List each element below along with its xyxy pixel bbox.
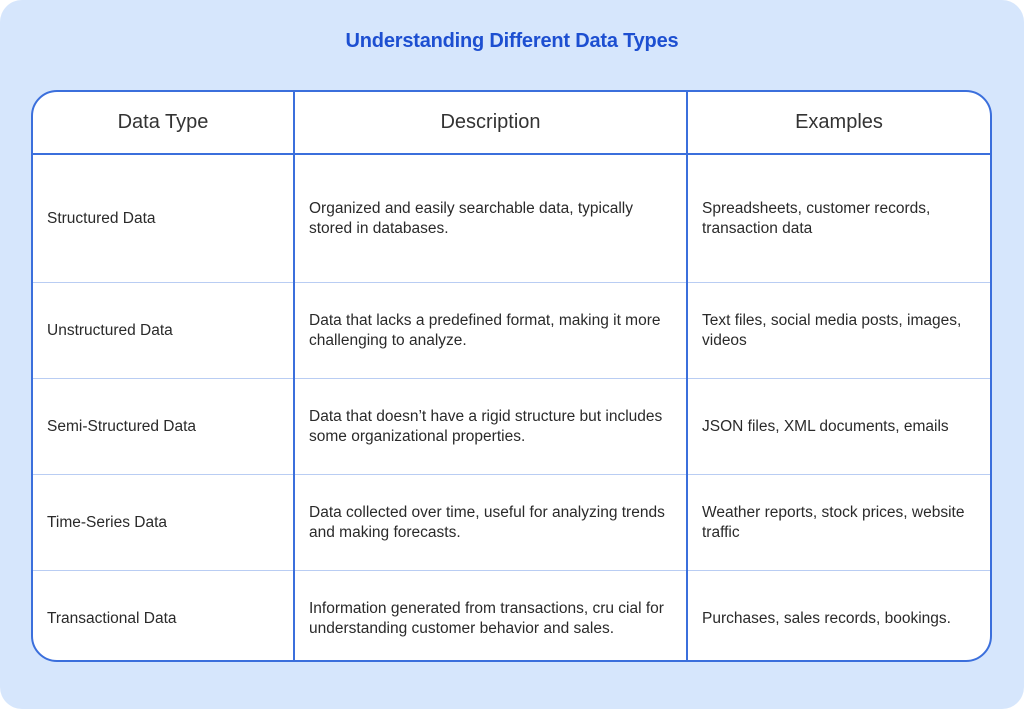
table-row: Unstructured Data Data that lacks a pred… [33, 282, 990, 379]
table-row: Structured Data Organized and easily sea… [33, 154, 990, 283]
cell-data-type: Unstructured Data [33, 282, 294, 379]
cell-description: Information generated from transactions,… [293, 570, 687, 660]
cell-description: Data that lacks a predefined format, mak… [293, 282, 687, 379]
cell-data-type: Semi-Structured Data [33, 378, 294, 475]
cell-data-type: Transactional Data [33, 570, 294, 660]
cell-examples: Weather reports, stock prices, website t… [686, 474, 990, 571]
cell-examples: Text files, social media posts, images, … [686, 282, 990, 379]
header-examples: Examples [686, 92, 990, 155]
cell-description: Data that doesn’t have a rigid structure… [293, 378, 687, 475]
cell-examples: JSON files, XML documents, emails [686, 378, 990, 475]
page-title: Understanding Different Data Types [345, 30, 679, 52]
cell-data-type: Time-Series Data [33, 474, 294, 571]
cell-data-type: Structured Data [47, 209, 156, 227]
cell-examples: Purchases, sales records, bookings. [686, 570, 990, 660]
cell-description: Organized and easily searchable data, ty… [293, 154, 687, 283]
cell-description: Data collected over time, useful for ana… [293, 474, 687, 571]
table-row: Semi-Structured Data Data that doesn’t h… [33, 378, 990, 475]
header-description: Description [293, 92, 687, 155]
table-row: Transactional Data Information generated… [33, 570, 990, 660]
infographic-card: Understanding Different Data Types Data … [0, 0, 1024, 709]
data-types-table: Data Type Description Examples Structure… [31, 90, 992, 662]
table-header-row: Data Type Description Examples [33, 92, 990, 155]
table-row: Time-Series Data Data collected over tim… [33, 474, 990, 571]
cell-examples: Spreadsheets, customer records, transact… [686, 154, 990, 283]
header-data-type: Data Type [33, 92, 294, 155]
